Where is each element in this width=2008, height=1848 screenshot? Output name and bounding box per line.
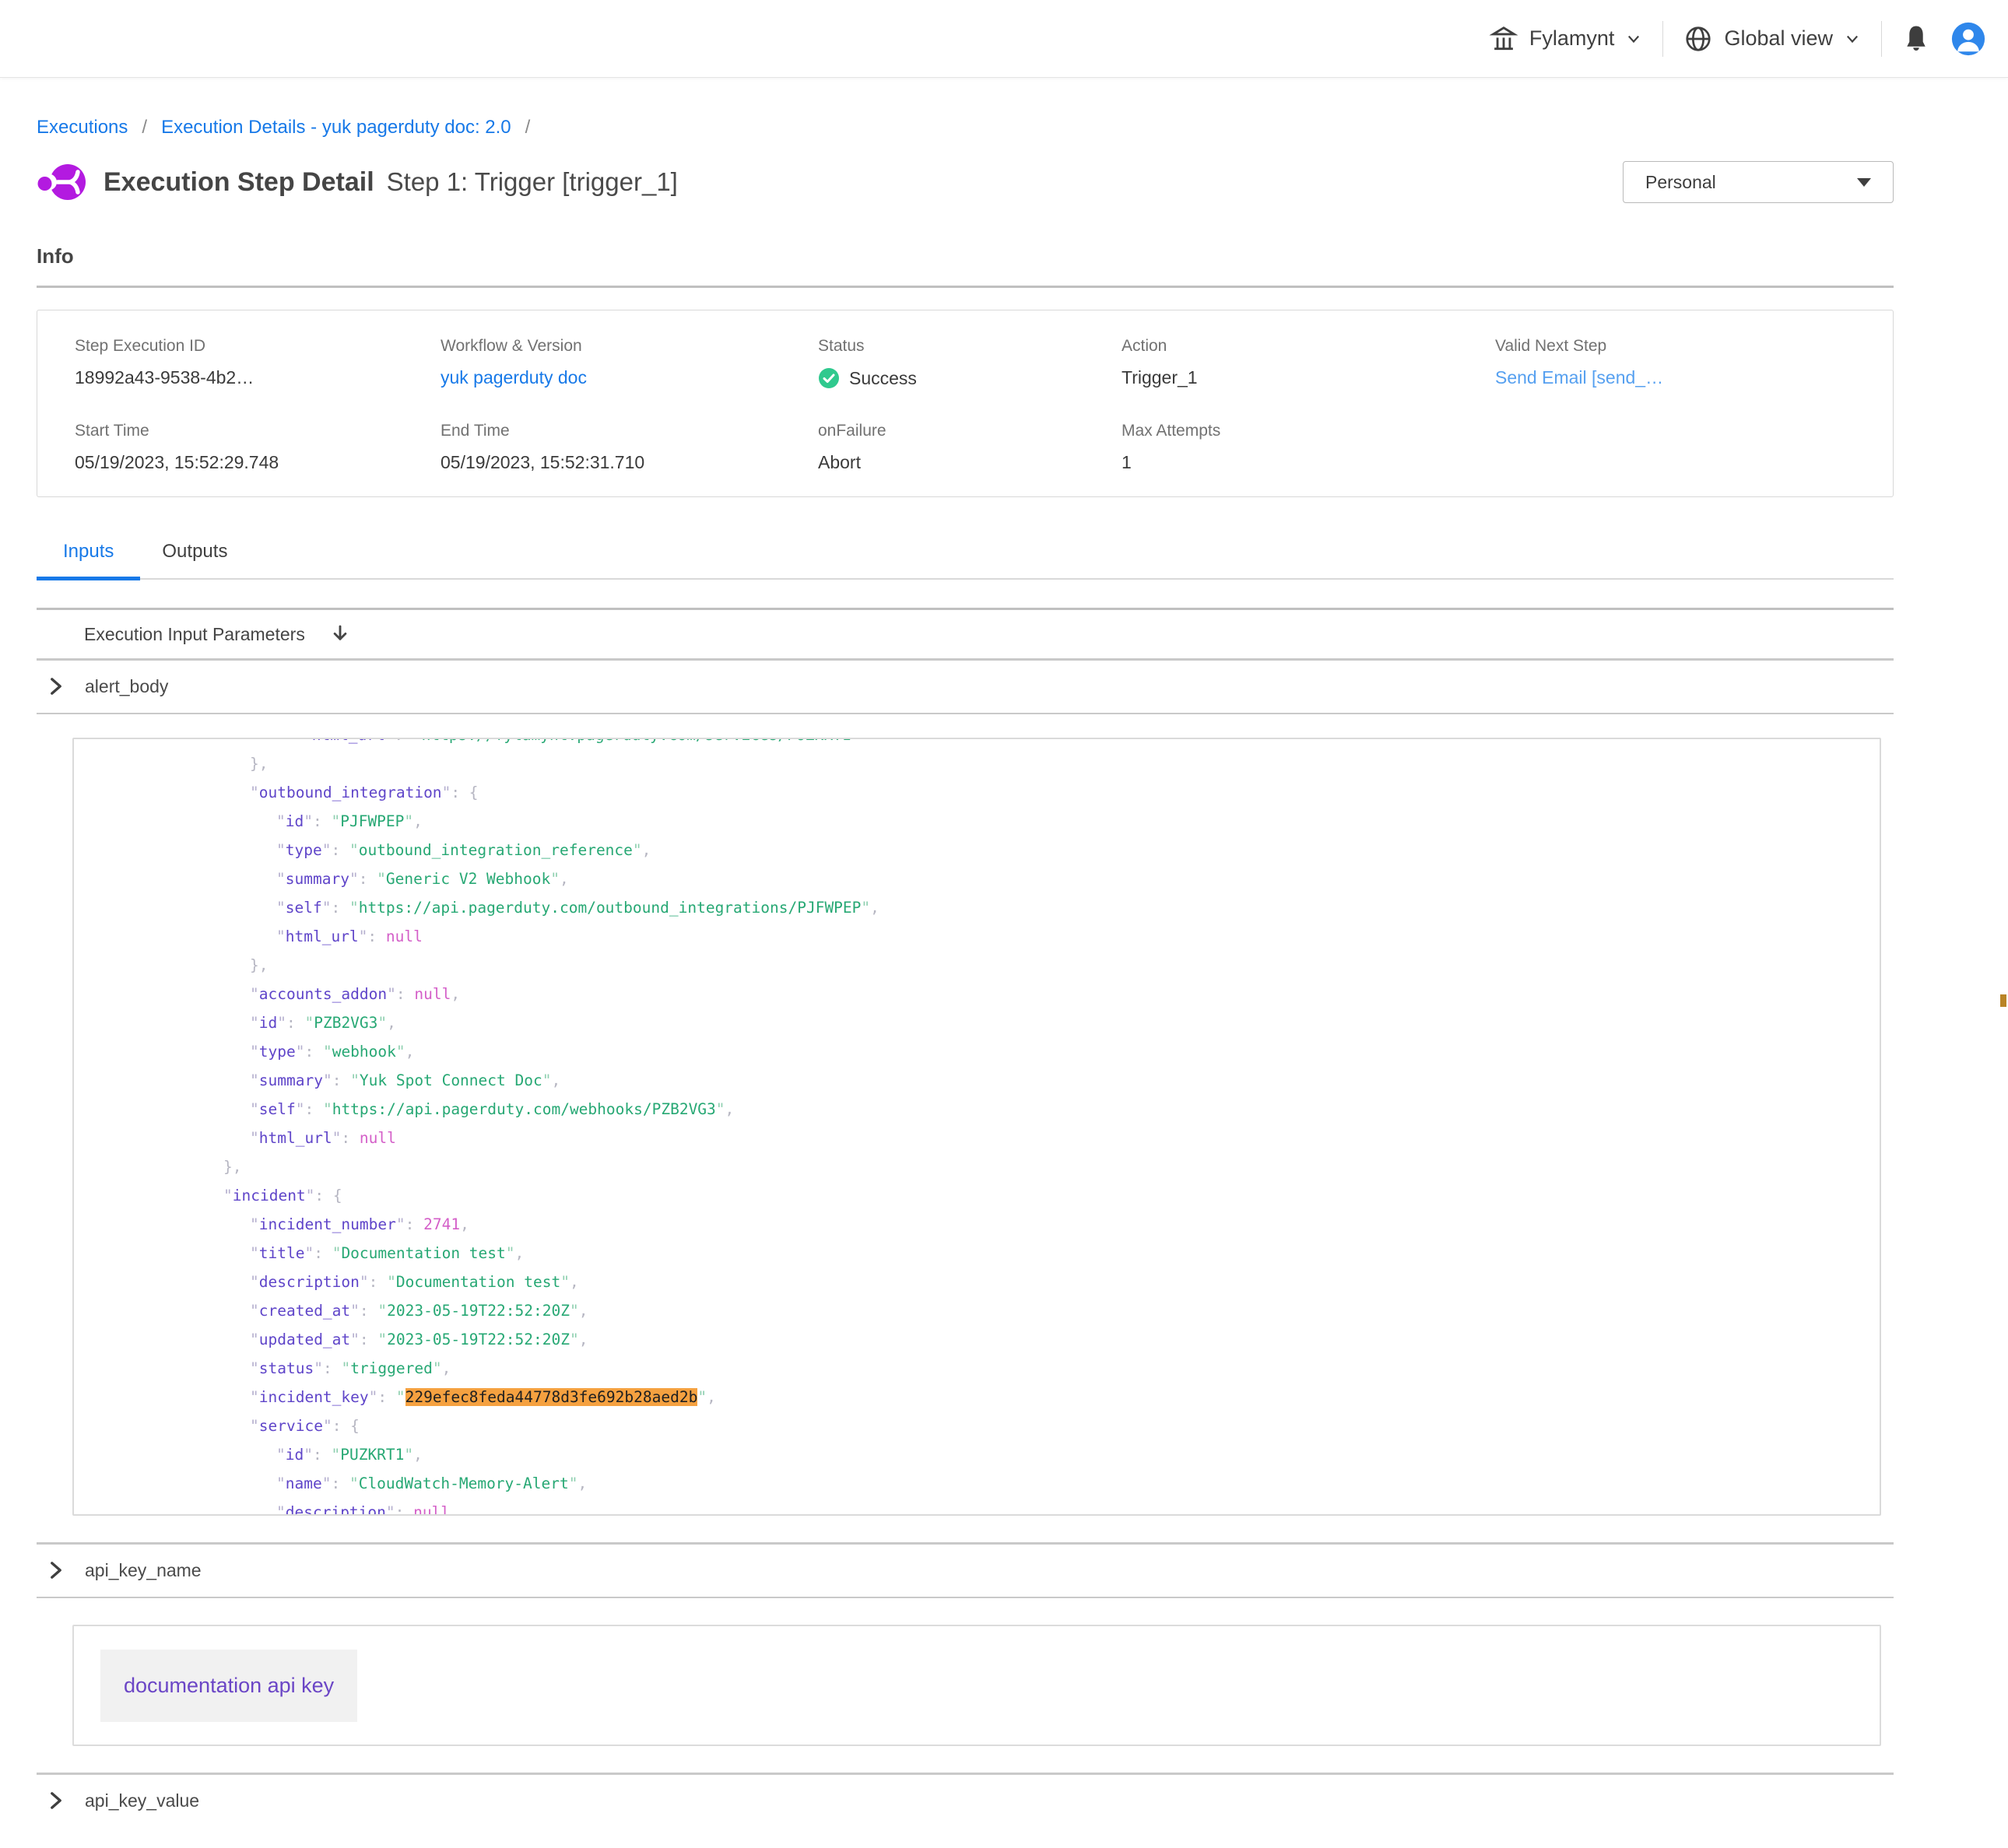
org-label: Fylamynt: [1529, 26, 1615, 51]
param-label-api-key-name: api_key_name: [85, 1560, 202, 1581]
chevron-right-icon: [47, 1790, 65, 1811]
code-line: "outbound_integration": {: [74, 778, 1880, 807]
tab-inputs[interactable]: Inputs: [63, 533, 114, 578]
view-switcher[interactable]: Global view: [1683, 24, 1861, 54]
breadcrumb-separator: /: [525, 117, 531, 139]
tab-bar: Inputs Outputs: [37, 533, 1894, 580]
success-check-icon: [818, 367, 840, 389]
code-line: },: [74, 749, 1880, 778]
bank-icon: [1489, 24, 1518, 54]
code-line: "self": "https://api.pagerduty.com/webho…: [74, 1095, 1880, 1124]
code-lines: "html_url": "https://fylamynt.pagerduty.…: [74, 738, 1880, 1516]
code-line: "created_at": "2023-05-19T22:52:20Z",: [74, 1296, 1880, 1325]
field-status: Status Success: [818, 337, 1122, 389]
breadcrumb-link-execution-details[interactable]: Execution Details - yuk pagerduty doc: 2…: [161, 117, 511, 139]
code-line: "incident_number": 2741,: [74, 1210, 1880, 1239]
chevron-right-icon: [47, 676, 65, 696]
divider: [37, 713, 1894, 715]
scope-selected-value: Personal: [1645, 172, 1716, 193]
code-line: "service": {: [74, 1411, 1880, 1440]
globe-icon: [1683, 24, 1713, 54]
scrollbar-highlight-marker: [2000, 994, 2006, 1007]
page-title: Execution Step Detail: [104, 167, 374, 198]
code-line: "description": "Documentation test",: [74, 1268, 1880, 1296]
info-card: Step Execution ID 18992a43-9538-4b2… Wor…: [37, 310, 1894, 497]
execution-input-parameters-label: Execution Input Parameters: [84, 624, 305, 645]
code-line: "status": "triggered",: [74, 1354, 1880, 1383]
chevron-right-icon: [47, 1560, 65, 1580]
status-badge: Success: [849, 368, 917, 389]
download-icon[interactable]: [328, 622, 352, 646]
page-subtitle: Step 1: Trigger [trigger_1]: [387, 167, 678, 197]
code-line: "html_url": null: [74, 1124, 1880, 1152]
code-line: "summary": "Generic V2 Webhook",: [74, 864, 1880, 893]
code-line: "updated_at": "2023-05-19T22:52:20Z",: [74, 1325, 1880, 1354]
field-start-time: Start Time 05/19/2023, 15:52:29.748: [75, 422, 441, 473]
code-line: "incident": {: [74, 1181, 1880, 1210]
code-line: "type": "webhook",: [74, 1037, 1880, 1066]
code-line: "id": "PZB2VG3",: [74, 1008, 1880, 1037]
code-line: "html_url": "https://fylamynt.pagerduty.…: [74, 738, 1880, 749]
field-onfailure: onFailure Abort: [818, 422, 1122, 473]
scope-select[interactable]: Personal: [1623, 161, 1894, 203]
field-action: Action Trigger_1: [1122, 337, 1495, 389]
tab-outputs[interactable]: Outputs: [162, 533, 227, 578]
fylamynt-logo-icon: [37, 160, 86, 204]
code-line: "id": "PJFWPEP",: [74, 807, 1880, 836]
avatar[interactable]: [1950, 21, 1986, 57]
code-line: "title": "Documentation test",: [74, 1239, 1880, 1268]
code-line: },: [74, 1152, 1880, 1181]
field-max-attempts: Max Attempts 1: [1122, 422, 1495, 473]
caret-down-icon: [1857, 178, 1871, 187]
param-label-api-key-value: api_key_value: [85, 1790, 199, 1811]
param-row-api-key-name[interactable]: api_key_name: [37, 1545, 1894, 1597]
execution-input-parameters-header: Execution Input Parameters: [37, 610, 1894, 658]
chevron-down-icon: [1625, 30, 1642, 47]
field-end-time: End Time 05/19/2023, 15:52:31.710: [441, 422, 818, 473]
chevron-down-icon: [1844, 30, 1861, 47]
notifications-bell-icon[interactable]: [1902, 23, 1930, 54]
code-line: },: [74, 951, 1880, 980]
field-workflow-version: Workflow & Version yuk pagerduty doc: [441, 337, 818, 389]
info-heading: Info: [37, 244, 1894, 268]
code-line: "name": "CloudWatch-Memory-Alert",: [74, 1469, 1880, 1498]
param-row-alert-body[interactable]: alert_body: [37, 661, 1894, 713]
code-line: "html_url": null: [74, 922, 1880, 951]
workflow-link[interactable]: yuk pagerduty doc: [441, 367, 587, 387]
divider: [37, 1597, 1894, 1599]
nav-divider: [1881, 21, 1882, 57]
api-key-name-value-box: documentation api key: [72, 1625, 1881, 1746]
breadcrumb: Executions / Execution Details - yuk pag…: [37, 117, 1894, 139]
api-key-name-chip: documentation api key: [100, 1650, 357, 1722]
field-valid-next-step: Valid Next Step Send Email [send_…: [1495, 337, 1893, 389]
code-line: "id": "PUZKRT1",: [74, 1440, 1880, 1469]
nav-divider: [1662, 21, 1663, 57]
param-label-alert-body: alert_body: [85, 676, 168, 697]
code-line: "accounts_addon": null,: [74, 980, 1880, 1008]
code-line: "summary": "Yuk Spot Connect Doc",: [74, 1066, 1880, 1095]
divider: [37, 286, 1894, 288]
param-row-api-key-value[interactable]: api_key_value: [37, 1775, 1894, 1827]
code-line: "type": "outbound_integration_reference"…: [74, 836, 1880, 864]
alert-body-json-viewer[interactable]: "html_url": "https://fylamynt.pagerduty.…: [72, 738, 1881, 1516]
next-step-link[interactable]: Send Email [send_…: [1495, 367, 1663, 387]
view-label: Global view: [1724, 26, 1833, 51]
field-step-execution-id: Step Execution ID 18992a43-9538-4b2…: [75, 337, 441, 389]
code-line: "self": "https://api.pagerduty.com/outbo…: [74, 893, 1880, 922]
code-line: "description": null,: [74, 1498, 1880, 1516]
breadcrumb-separator: /: [142, 117, 147, 139]
breadcrumb-link-executions[interactable]: Executions: [37, 117, 128, 139]
code-line: "incident_key": "229efec8feda44778d3fe69…: [74, 1383, 1880, 1411]
top-nav: Fylamynt Global view: [0, 0, 2008, 78]
title-row: Execution Step Detail Step 1: Trigger [t…: [37, 160, 1894, 204]
org-switcher[interactable]: Fylamynt: [1489, 24, 1643, 54]
